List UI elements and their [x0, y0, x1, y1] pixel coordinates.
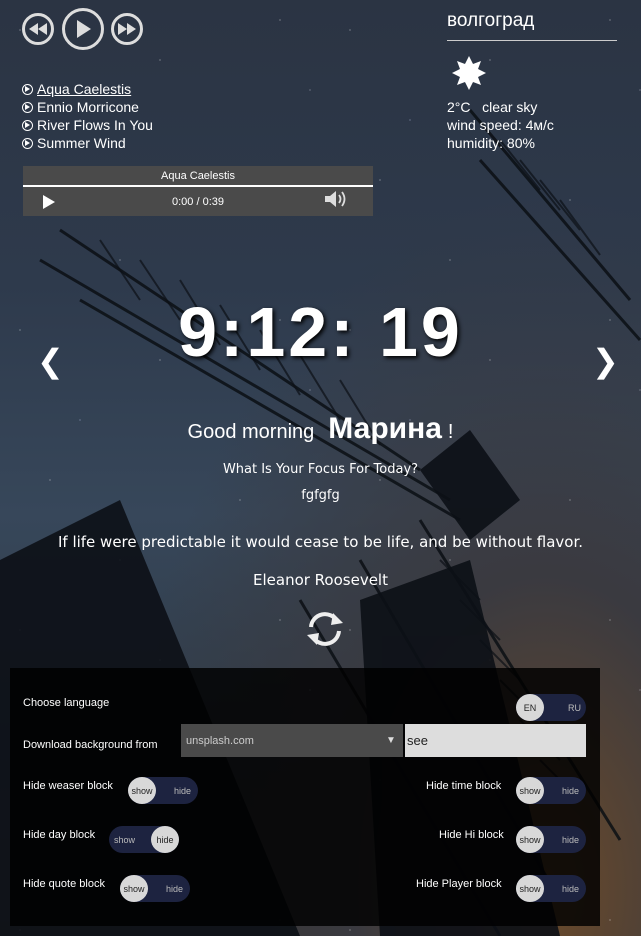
hide-hi-label: Hide Hi block — [439, 829, 504, 841]
track-title: River Flows In You — [37, 117, 153, 133]
next-track-button[interactable] — [111, 13, 143, 45]
download-background-label: Download background from — [23, 739, 158, 751]
greeting-exclamation: ! — [447, 421, 454, 443]
wind-speed: wind speed: 4м/с — [447, 117, 554, 133]
play-icon — [77, 20, 91, 38]
focus-question: What Is Your Focus For Today? — [222, 462, 419, 477]
playlist-item[interactable]: Summer Wind — [22, 134, 153, 152]
language-toggle[interactable]: EN RU — [516, 694, 586, 721]
hide-hi-toggle[interactable]: show hide — [516, 826, 586, 853]
hide-day-toggle[interactable]: show hide — [109, 826, 179, 853]
rewind-icon — [29, 23, 47, 35]
playlist-item[interactable]: Ennio Morricone — [22, 98, 153, 116]
user-name-input[interactable]: Марина — [328, 412, 442, 445]
volume-icon[interactable] — [325, 190, 347, 208]
play-icon — [22, 83, 33, 95]
show-label: show — [519, 883, 541, 894]
toggle-knob: EN — [516, 694, 544, 721]
hide-quote-label: Hide quote block — [23, 878, 105, 890]
lang-ru-label: RU — [568, 702, 581, 713]
duration: 0:39 — [202, 196, 225, 208]
next-background-button[interactable]: ❯ — [592, 342, 619, 380]
hide-day-label: Hide day block — [23, 829, 96, 841]
current-time: 0:00 — [171, 196, 194, 208]
weather-description: clear sky — [482, 99, 538, 115]
background-source-select[interactable]: unsplash.com ▼ — [181, 724, 403, 757]
hide-player-toggle[interactable]: show hide — [516, 875, 586, 902]
hide-label: hide — [562, 785, 580, 796]
quote-text: If life were predictable it would cease … — [57, 533, 584, 551]
show-label: show — [123, 883, 145, 894]
play-button[interactable] — [62, 8, 104, 50]
toggle-knob: show — [516, 777, 544, 804]
focus-input[interactable]: fgfgfg — [0, 488, 641, 503]
hide-weather-toggle[interactable]: show hide — [128, 777, 198, 804]
show-label: show — [131, 785, 153, 796]
quote-author: Eleanor Roosevelt — [253, 571, 388, 589]
weather-widget: волгоград 2°C clear sky wind speed: 4м/с… — [447, 10, 617, 152]
hide-time-toggle[interactable]: show hide — [516, 777, 586, 804]
clear-sky-icon — [452, 56, 486, 90]
hide-quote-toggle[interactable]: show hide — [120, 875, 190, 902]
fast-forward-icon — [118, 23, 136, 35]
hide-label: hide — [562, 834, 580, 845]
time-display: 0:00 / 0:39 — [23, 196, 373, 208]
play-icon — [22, 119, 33, 131]
hide-label: hide — [562, 883, 580, 894]
progress-bar[interactable] — [23, 185, 373, 187]
track-title: Summer Wind — [37, 135, 126, 151]
clock: 9:12: 19 — [178, 293, 463, 371]
time-separator: / — [196, 196, 200, 208]
lang-en-label: EN — [523, 702, 537, 713]
greeting-text: Good morning — [187, 421, 315, 443]
playlist-item[interactable]: River Flows In You — [22, 116, 153, 134]
track-title: Aqua Caelestis — [37, 81, 132, 97]
refresh-quote-icon[interactable] — [303, 607, 347, 651]
hide-label: hide — [156, 834, 174, 845]
hide-label: hide — [174, 785, 192, 796]
audio-controls: Aqua Caelestis 0:00 / 0:39 — [23, 166, 373, 216]
hide-time-label: Hide time block — [426, 780, 502, 792]
chevron-down-icon: ▼ — [386, 735, 396, 746]
background-tag-input[interactable]: see — [405, 724, 586, 757]
toggle-knob: hide — [151, 826, 179, 853]
hide-label: hide — [166, 883, 184, 894]
selected-source: unsplash.com — [186, 734, 254, 747]
show-label: show — [519, 785, 541, 796]
choose-language-label: Choose language — [23, 697, 110, 709]
track-title: Ennio Morricone — [37, 99, 139, 115]
toggle-knob: show — [516, 826, 544, 853]
toggle-knob: show — [128, 777, 156, 804]
play-icon — [22, 101, 33, 113]
toggle-knob: show — [120, 875, 148, 902]
humidity: humidity: 80% — [447, 135, 535, 151]
audio-title: Aqua Caelestis — [161, 170, 235, 182]
hide-weather-label: Hide weaser block — [23, 780, 113, 792]
settings-panel: Choose language EN RU Download backgroun… — [10, 668, 600, 926]
play-icon — [22, 137, 33, 149]
prev-track-button[interactable] — [22, 13, 54, 45]
prev-background-button[interactable]: ❮ — [37, 342, 64, 380]
greeting: Good morning Марина! — [0, 412, 641, 446]
city-input[interactable]: волгоград — [447, 10, 617, 41]
show-label: show — [519, 834, 541, 845]
hide-player-label: Hide Player block — [416, 878, 502, 890]
toggle-knob: show — [516, 875, 544, 902]
playlist: Aqua Caelestis Ennio Morricone River Flo… — [22, 80, 153, 152]
show-label: show — [114, 834, 136, 845]
temperature: 2°C — [447, 99, 471, 115]
playlist-item[interactable]: Aqua Caelestis — [22, 80, 153, 98]
